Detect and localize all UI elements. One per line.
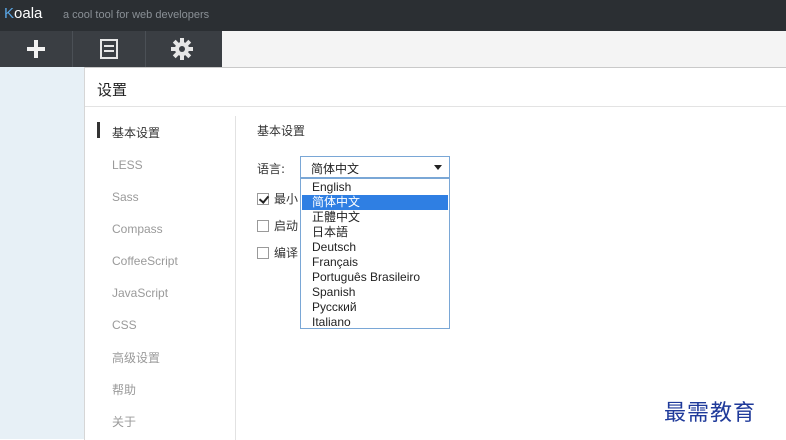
title-bar: Koala a cool tool for web developers — [0, 0, 786, 31]
title-divider — [85, 106, 786, 107]
gear-icon — [171, 38, 193, 60]
log-button[interactable] — [73, 31, 146, 67]
active-nav-marker — [97, 122, 100, 138]
option-checkbox[interactable] — [257, 193, 269, 205]
language-select[interactable]: 简体中文 — [300, 156, 450, 178]
option-row: 启动 — [257, 217, 298, 234]
option-row: 最小 — [257, 190, 298, 207]
nav-item-basic-settings[interactable]: 基本设置 — [112, 124, 160, 141]
nav-item-less[interactable]: LESS — [112, 158, 143, 172]
language-option[interactable]: Русский — [302, 300, 448, 315]
toolbar-button-group — [0, 31, 222, 67]
document-icon — [100, 39, 118, 59]
language-label: 语言: — [257, 162, 286, 176]
settings-dialog: 设置 基本设置 LESS Sass Compass CoffeeScript J… — [84, 67, 786, 440]
app-logo: Koala — [4, 5, 43, 22]
option-checkbox[interactable] — [257, 220, 269, 232]
language-select-value: 简体中文 — [311, 162, 360, 176]
nav-divider — [235, 116, 236, 440]
watermark: 最需教育 — [664, 401, 757, 426]
option-label: 启动 — [274, 219, 299, 233]
nav-item-coffeescript[interactable]: CoffeeScript — [112, 254, 178, 268]
nav-item-help[interactable]: 帮助 — [112, 381, 136, 398]
language-option[interactable]: Spanish — [302, 285, 448, 300]
app-tagline: a cool tool for web developers — [63, 9, 210, 21]
language-dropdown-list: English 简体中文 正體中文 日本語 Deutsch Français P… — [300, 178, 450, 329]
plus-icon — [27, 40, 45, 58]
option-checkbox[interactable] — [257, 247, 269, 259]
language-option[interactable]: 日本語 — [302, 225, 448, 240]
nav-item-sass[interactable]: Sass — [112, 190, 139, 204]
project-sidebar — [0, 67, 84, 439]
nav-item-advanced[interactable]: 高级设置 — [112, 349, 160, 366]
section-title: 基本设置 — [257, 124, 306, 138]
language-option-selected[interactable]: 简体中文 — [302, 195, 448, 210]
settings-button[interactable] — [146, 31, 218, 67]
language-option[interactable]: Deutsch — [302, 240, 448, 255]
language-option[interactable]: Português Brasileiro — [302, 270, 448, 285]
chevron-down-icon[interactable] — [434, 165, 442, 170]
nav-item-css[interactable]: CSS — [112, 318, 137, 332]
toolbar — [0, 31, 786, 67]
dialog-title: 设置 — [97, 81, 128, 99]
option-row: 编译 — [257, 244, 298, 261]
language-option[interactable]: Français — [302, 255, 448, 270]
option-label: 最小 — [274, 192, 299, 206]
nav-item-compass[interactable]: Compass — [112, 222, 163, 236]
language-option[interactable]: English — [302, 180, 448, 195]
language-option[interactable]: 正體中文 — [302, 210, 448, 225]
language-option[interactable]: Italiano — [302, 315, 448, 330]
add-project-button[interactable] — [0, 31, 73, 67]
option-label: 编译 — [274, 246, 299, 260]
nav-item-about[interactable]: 关于 — [112, 413, 136, 430]
nav-item-javascript[interactable]: JavaScript — [112, 286, 168, 300]
